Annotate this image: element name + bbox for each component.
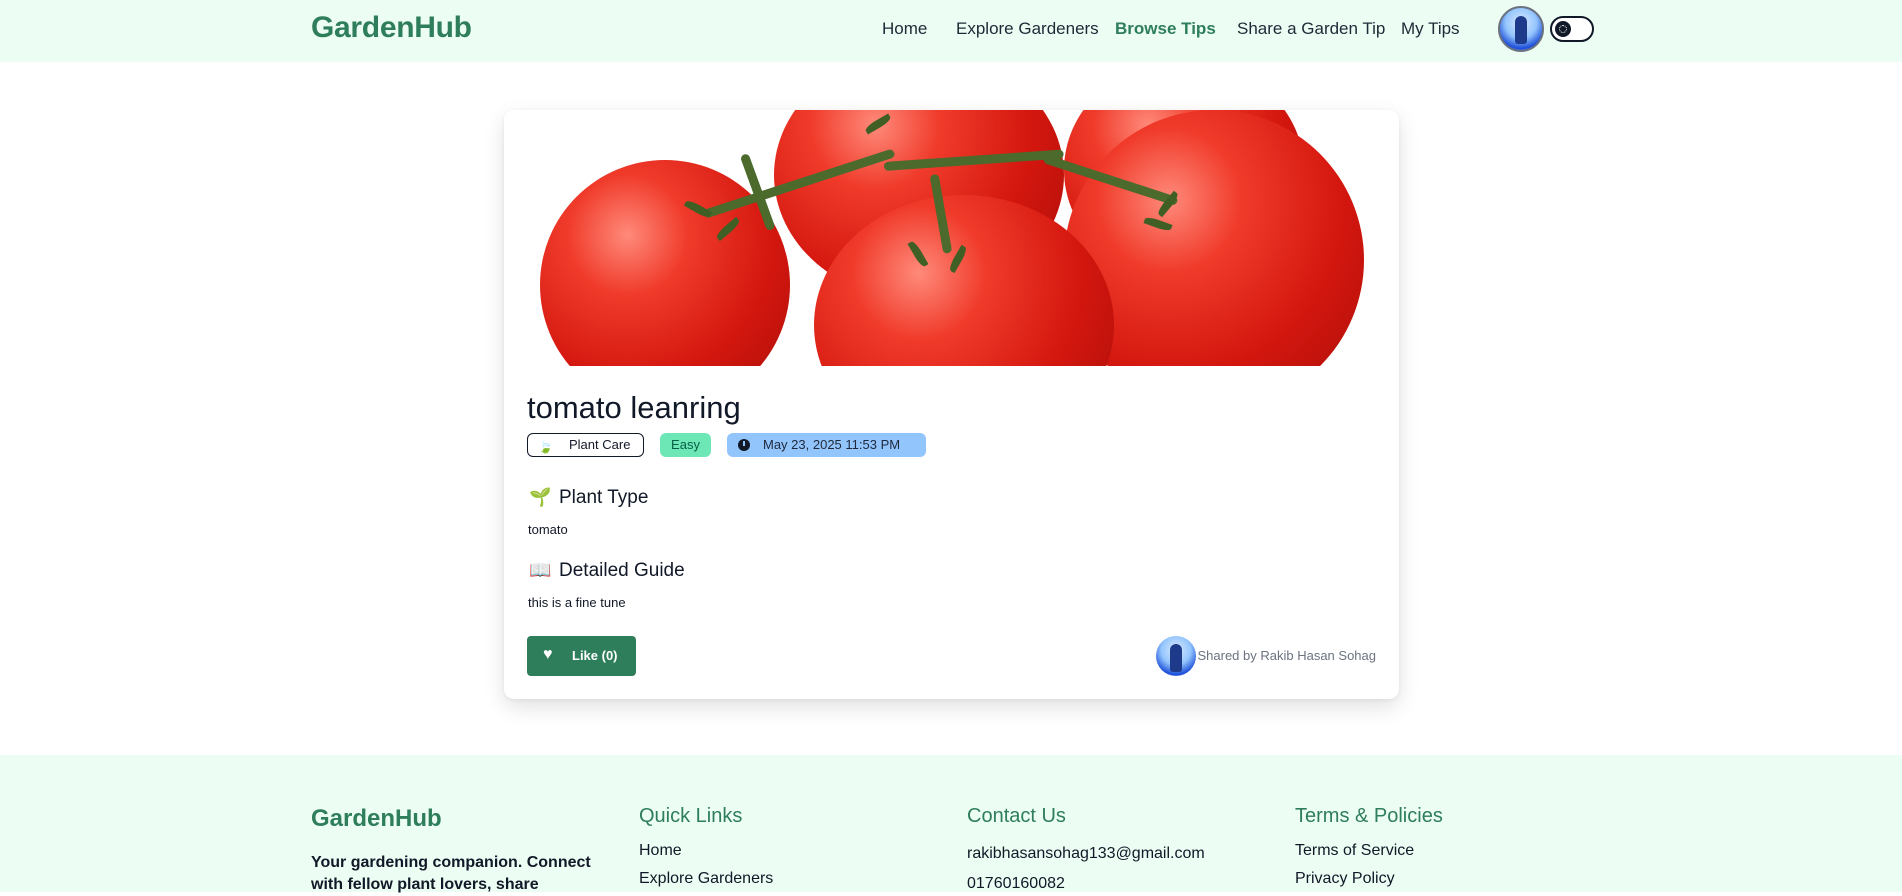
shared-by: Shared by Rakib Hasan Sohag [1136,636,1376,676]
detailed-guide-text: this is a fine tune [528,595,626,610]
tip-title: tomato leanring [527,390,741,425]
footer-quick-links: Quick Links Home Explore Gardeners [639,805,939,887]
footer-phone: 01760160082 [967,875,1065,892]
user-avatar[interactable] [1498,6,1544,52]
footer-link-explore-gardeners[interactable]: Explore Gardeners [639,870,773,888]
shared-by-text: Shared by Rakib Hasan Sohag [1197,648,1376,663]
theme-toggle-icon [1555,21,1571,37]
contact-heading: Contact Us [967,805,1066,827]
footer: GardenHub Your gardening companion. Conn… [0,755,1902,893]
navbar: GardenHub Home Explore Gardeners Browse … [0,0,1902,62]
tip-badges: 🍃 Plant Care Easy May 23, 2025 11:53 PM [527,433,1027,457]
nav-link-my-tips[interactable]: My Tips [1401,19,1460,39]
footer-brand: GardenHub [311,805,442,832]
difficulty-badge: Easy [660,433,711,457]
like-button[interactable]: ♥ Like (0) [527,636,636,676]
plant-type-value: tomato [528,522,568,537]
clock-icon [738,439,750,451]
nav-links: Home Explore Gardeners Browse Tips Share… [0,19,1902,43]
footer-link-terms[interactable]: Terms of Service [1295,842,1414,860]
author-avatar [1156,636,1196,676]
footer-description: Your gardening companion. Connect with f… [311,854,591,893]
terms-heading: Terms & Policies [1295,805,1443,827]
nav-link-share-tip[interactable]: Share a Garden Tip [1237,19,1385,39]
nav-link-browse-tips[interactable]: Browse Tips [1115,19,1216,39]
footer-link-privacy[interactable]: Privacy Policy [1295,870,1395,888]
heart-icon: ♥ [543,646,553,663]
seedling-icon: 🌱 [529,487,552,507]
detailed-guide-heading: 📖 Detailed Guide [529,560,685,581]
book-icon: 📖 [529,560,552,580]
category-badge: 🍃 Plant Care [527,433,644,457]
nav-link-home[interactable]: Home [882,19,927,39]
leaf-icon: 🍃 [538,440,553,454]
footer-contact: Contact Us rakibhasansohag133@gmail.com … [967,805,1267,892]
footer-terms: Terms & Policies Terms of Service Privac… [1295,805,1595,887]
footer-link-home[interactable]: Home [639,842,682,860]
footer-email[interactable]: rakibhasansohag133@gmail.com [967,845,1205,863]
date-badge: May 23, 2025 11:53 PM [727,433,926,457]
plant-type-heading: 🌱 Plant Type [529,487,649,508]
quick-links-heading: Quick Links [639,805,743,827]
footer-about: GardenHub Your gardening companion. Conn… [311,805,611,893]
nav-link-explore-gardeners[interactable]: Explore Gardeners [956,19,1099,39]
tip-image [504,110,1399,366]
tip-detail-card: tomato leanring 🍃 Plant Care Easy May 23… [504,110,1399,699]
theme-toggle[interactable] [1550,16,1594,42]
